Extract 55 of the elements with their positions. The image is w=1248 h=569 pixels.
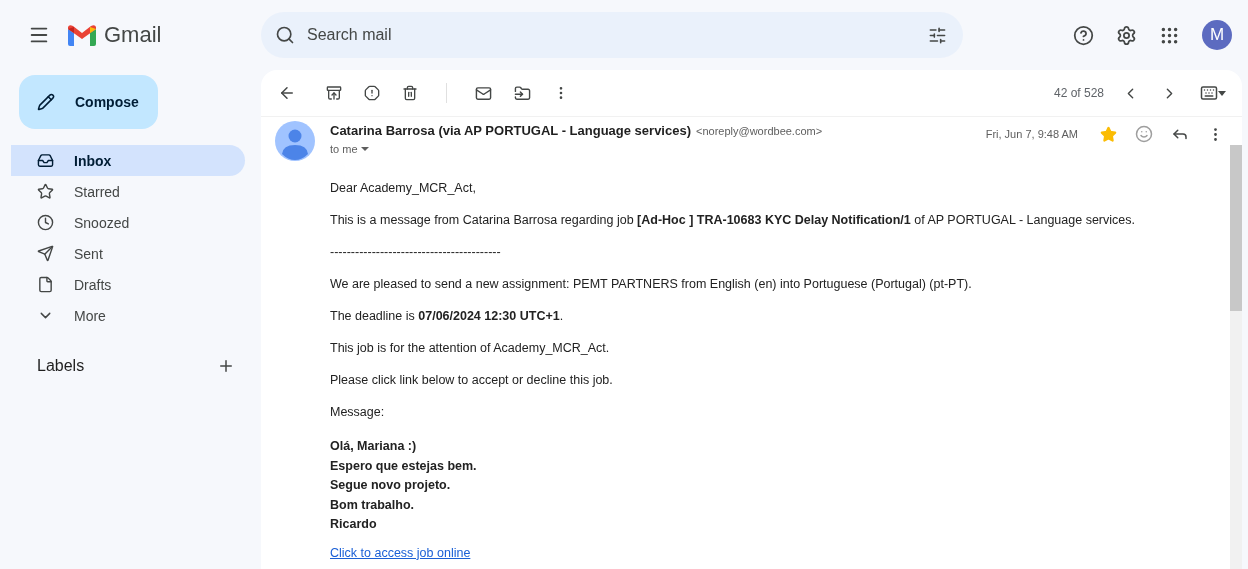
- archive-icon[interactable]: [326, 85, 342, 101]
- message-paragraph: This is a message from Catarina Barrosa regarding job [Ad-Hoc ] TRA-10683 KYC Delay Notification/1 of AP PORTUGAL - Language services.: [330, 213, 1136, 228]
- sender-avatar: [275, 121, 315, 161]
- nav-item[interactable]: More: [11, 300, 245, 331]
- nav-item[interactable]: Snoozed: [11, 207, 245, 238]
- settings-icon[interactable]: [1116, 24, 1137, 46]
- signature-line: Bom trabalho.: [330, 496, 416, 514]
- labels-heading: Labels: [37, 357, 85, 375]
- search-icon[interactable]: [275, 25, 295, 45]
- file-icon: [37, 276, 54, 293]
- search-bar[interactable]: Search mail: [261, 12, 963, 58]
- send-icon: [37, 245, 54, 262]
- compose-button[interactable]: Compose: [19, 75, 158, 129]
- nav-item[interactable]: Starred: [11, 176, 245, 207]
- folder-move-icon[interactable]: [514, 84, 531, 102]
- signature-line: Segue novo projeto.: [330, 477, 452, 494]
- signature-line: Espero que estejas bem.: [330, 457, 478, 475]
- message-paragraph: Please click link below to accept or decline this job.: [330, 373, 614, 388]
- nav-item[interactable]: Inbox: [11, 145, 245, 176]
- gmail-logo-icon: [68, 24, 96, 46]
- sender-name: Catarina Barrosa (via AP PORTUGAL - Language services): [330, 123, 691, 138]
- star-icon[interactable]: [1100, 125, 1117, 143]
- emoji-icon[interactable]: [1135, 125, 1153, 143]
- trash-icon[interactable]: [402, 85, 418, 101]
- search-field[interactable]: Search mail: [305, 25, 918, 45]
- nav-item[interactable]: Drafts: [11, 269, 245, 300]
- filter-options-icon[interactable]: [928, 25, 947, 45]
- app-name: Gmail: [104, 22, 162, 48]
- scrollbar[interactable]: [1230, 145, 1242, 569]
- nav-item[interactable]: Sent: [11, 238, 245, 269]
- message-position: 42 of 528: [1053, 86, 1104, 100]
- message-paragraph: This job is for the attention of Academy_MCR_Act.: [330, 341, 611, 356]
- keyboard-menu-icon[interactable]: [1200, 84, 1226, 102]
- caret-icon[interactable]: [359, 146, 370, 152]
- help-icon[interactable]: [1073, 24, 1094, 46]
- job-link[interactable]: Click to access job online: [330, 545, 471, 560]
- recipient-dropdown[interactable]: to me: [330, 143, 971, 155]
- inbox-icon: [37, 152, 54, 169]
- pencil-icon: [37, 93, 55, 111]
- message-date: Fri, Jun 7, 9:48 AM: [985, 128, 1078, 140]
- message-paragraph: Message:: [330, 405, 386, 420]
- message-paragraph: The deadline is 07/06/2024 12:30 UTC+1.: [330, 309, 565, 324]
- star-icon: [37, 183, 54, 200]
- clock-icon: [37, 214, 54, 231]
- message-paragraph: -----------------------------------------: [330, 245, 502, 260]
- account-avatar[interactable]: M: [1202, 20, 1232, 50]
- mail-icon[interactable]: [475, 84, 492, 102]
- alert-icon[interactable]: [364, 85, 380, 101]
- message-paragraph: We are pleased to send a new assignment: PEMT PARTNERS from English (en) into Portuguese (Portugal) (pt-PT).: [330, 277, 973, 292]
- scrollbar-thumb[interactable]: [1230, 145, 1242, 311]
- sender-address: <noreply@wordbee.com>: [696, 125, 823, 137]
- signature-line: Ricardo: [330, 516, 378, 533]
- signature-line: Olá, Mariana :): [330, 438, 418, 455]
- message-paragraph: Dear Academy_MCR_Act,: [330, 181, 477, 196]
- add-icon[interactable]: [217, 357, 235, 375]
